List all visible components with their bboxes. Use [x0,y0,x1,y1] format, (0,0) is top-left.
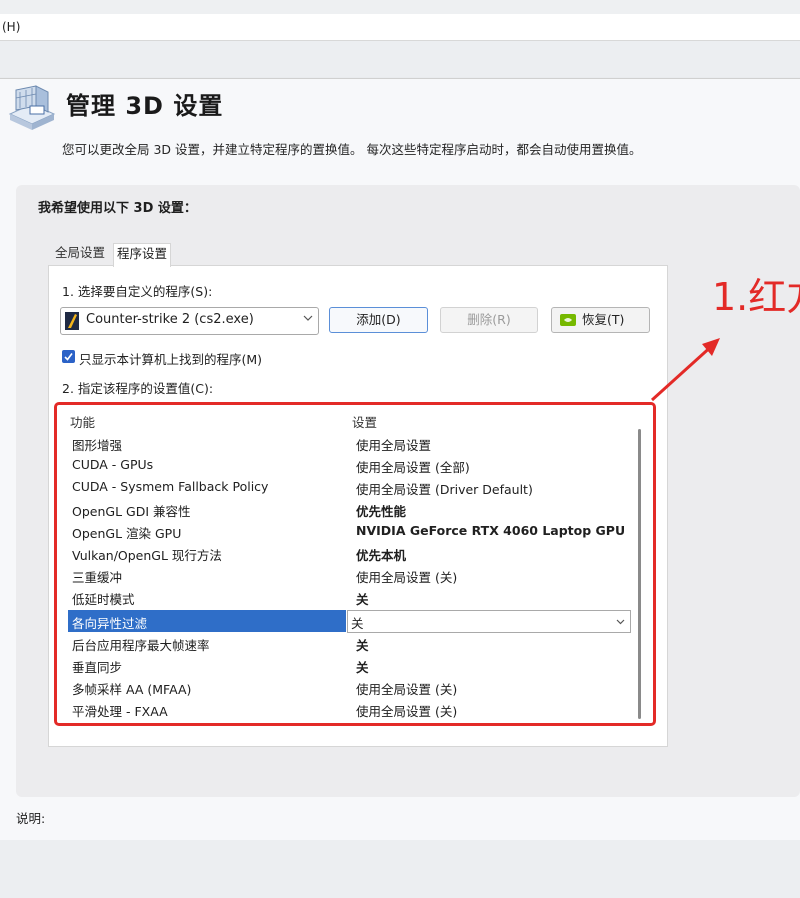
show-only-label[interactable]: 只显示本计算机上找到的程序(M) [79,349,262,368]
annotation-arrow-icon [650,338,720,402]
window-top-strip [0,0,800,14]
annotation-highlight-box [54,402,656,726]
program-select-value: Counter-strike 2 (cs2.exe) [86,312,254,327]
chevron-down-icon [303,315,313,321]
restore-button-label: 恢复(T) [582,312,625,327]
menu-help[interactable]: (H) [2,14,20,40]
page-title: 管理 3D 设置 [66,92,224,120]
tab-program-settings[interactable]: 程序设置 [113,243,172,267]
description-label: 说明: [16,811,46,826]
program-icon [65,312,79,330]
step2-label: 2. 指定该程序的设置值(C): [62,381,214,396]
tab-global-settings[interactable]: 全局设置 [52,243,108,265]
checkmark-icon [64,353,73,361]
add-button[interactable]: 添加(D) [329,307,428,333]
nvidia-logo-icon [560,314,576,326]
page-description: 您可以更改全局 3D 设置，并建立特定程序的置换值。 每次这些特定程序启动时，都… [62,142,642,157]
menu-bar: (H) [0,14,800,41]
bottom-bar [0,840,800,898]
remove-button[interactable]: 删除(R) [440,307,538,333]
3d-settings-icon [8,85,56,130]
settings-heading: 我希望使用以下 3D 设置： [38,201,197,216]
program-select[interactable]: Counter-strike 2 (cs2.exe) [60,307,319,335]
toolbar-band [0,41,800,77]
annotation-label: 1.红方 [712,275,800,319]
restore-button[interactable]: 恢复(T) [551,307,650,333]
step1-label: 1. 选择要自定义的程序(S): [62,284,213,299]
show-only-checkbox[interactable] [62,350,75,363]
